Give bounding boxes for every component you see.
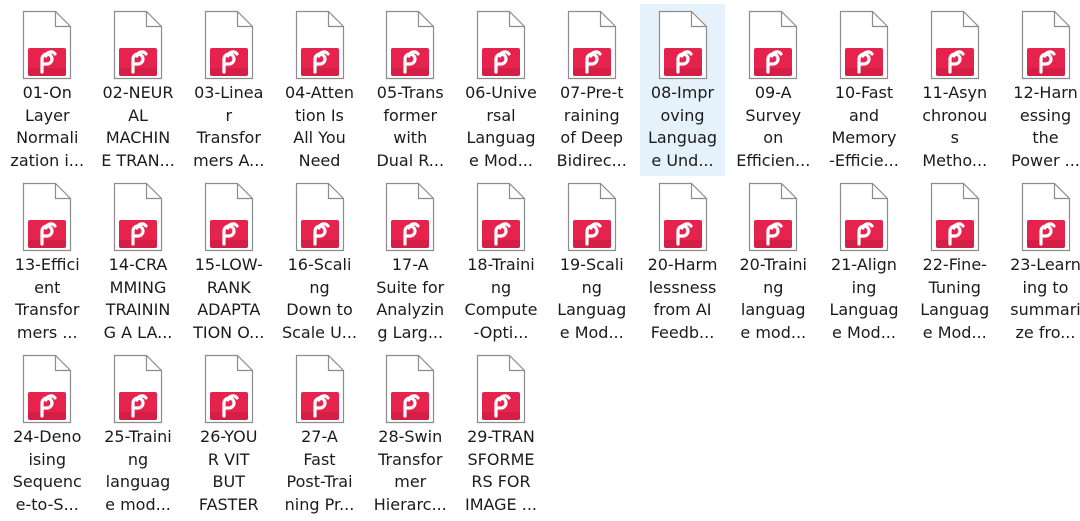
pdf-document-icon <box>22 354 72 424</box>
file-item-27[interactable]: 26-YOU R VIT BUT FASTER <box>186 348 271 520</box>
pdf-document-icon <box>204 354 254 424</box>
file-name-label: 07-Pre-t raining of Deep Bidirec... <box>556 83 627 170</box>
file-item-15[interactable]: 15-LOW- RANK ADAPTA TION O... <box>186 176 271 348</box>
file-name-label: 22-Fine- Tuning Languag e Mod... <box>920 255 990 342</box>
file-name-label: 03-Linea r Transfor mers A... <box>193 83 265 170</box>
pdf-document-icon <box>22 182 72 252</box>
file-name-label: 09-A Survey on Efficien... <box>736 83 811 170</box>
file-item-12[interactable]: 12-Harn essing the Power ... <box>1003 4 1080 176</box>
pdf-document-icon <box>476 354 526 424</box>
file-item-06[interactable]: 06-Unive rsal Languag e Mod... <box>459 4 544 176</box>
file-item-04[interactable]: 04-Atten tion Is All You Need <box>277 4 362 176</box>
file-grid: 01-On Layer Normali zation i... 02-NEUR … <box>0 0 1080 521</box>
file-item-29[interactable]: 28-Swin Transfor mer Hierarc... <box>368 348 453 520</box>
file-name-label: 01-On Layer Normali zation i... <box>10 83 85 170</box>
file-name-label: 08-Impr oving Languag e Und... <box>647 83 718 170</box>
pdf-document-icon <box>567 10 617 80</box>
file-name-label: 28-Swin Transfor mer Hierarc... <box>373 427 447 514</box>
file-item-28[interactable]: 27-A Fast Post-Trai ning Pr... <box>277 348 362 520</box>
file-item-13[interactable]: 13-Effici ent Transfor mers ... <box>5 176 90 348</box>
file-name-label: 16-Scali ng Down to Scale U... <box>281 255 358 342</box>
file-item-02[interactable]: 02-NEUR AL MACHIN E TRAN... <box>96 4 181 176</box>
file-name-label: 12-Harn essing the Power ... <box>1011 83 1080 170</box>
file-item-05[interactable]: 05-Trans former with Dual R... <box>368 4 453 176</box>
pdf-document-icon <box>113 354 163 424</box>
pdf-document-icon <box>22 10 72 80</box>
file-item-17[interactable]: 17-A Suite for Analyzin g Larg... <box>368 176 453 348</box>
pdf-document-icon <box>476 10 526 80</box>
pdf-document-icon <box>839 10 889 80</box>
file-name-label: 10-Fast and Memory -Efficie... <box>829 83 899 170</box>
file-name-label: 17-A Suite for Analyzin g Larg... <box>376 255 445 342</box>
file-item-22[interactable]: 21-Align ing Languag e Mod... <box>822 176 907 348</box>
pdf-document-icon <box>1021 10 1071 80</box>
pdf-document-icon <box>930 10 980 80</box>
file-name-label: 20-Harm lessness from AI Feedb... <box>647 255 718 342</box>
file-name-label: 02-NEUR AL MACHIN E TRAN... <box>101 83 175 170</box>
file-item-01[interactable]: 01-On Layer Normali zation i... <box>5 4 90 176</box>
file-name-label: 06-Unive rsal Languag e Mod... <box>465 83 537 170</box>
file-name-label: 24-Deno ising Sequenc e-to-S... <box>12 427 82 514</box>
file-item-11[interactable]: 11-Asyn chronou s Metho... <box>912 4 997 176</box>
file-name-label: 15-LOW- RANK ADAPTA TION O... <box>193 255 265 342</box>
file-name-label: 11-Asyn chronou s Metho... <box>922 83 988 170</box>
pdf-document-icon <box>658 182 708 252</box>
file-name-label: 13-Effici ent Transfor mers ... <box>14 255 80 342</box>
pdf-document-icon <box>295 10 345 80</box>
pdf-document-icon <box>385 182 435 252</box>
pdf-document-icon <box>930 182 980 252</box>
file-name-label: 26-YOU R VIT BUT FASTER <box>198 427 259 514</box>
pdf-document-icon <box>658 10 708 80</box>
pdf-document-icon <box>1021 182 1071 252</box>
file-item-23[interactable]: 22-Fine- Tuning Languag e Mod... <box>912 176 997 348</box>
file-name-label: 21-Align ing Languag e Mod... <box>829 255 899 342</box>
file-item-20[interactable]: 20-Harm lessness from AI Feedb... <box>640 176 725 348</box>
pdf-document-icon <box>385 354 435 424</box>
pdf-document-icon <box>567 182 617 252</box>
file-name-label: 29-TRAN SFORME RS FOR IMAGE ... <box>464 427 538 514</box>
pdf-document-icon <box>476 182 526 252</box>
pdf-document-icon <box>295 354 345 424</box>
file-name-label: 20-Traini ng languag e mod... <box>739 255 808 342</box>
file-item-08[interactable]: 08-Impr oving Languag e Und... <box>640 4 725 176</box>
pdf-document-icon <box>113 10 163 80</box>
pdf-document-icon <box>295 182 345 252</box>
file-name-label: 05-Trans former with Dual R... <box>376 83 445 170</box>
pdf-document-icon <box>204 182 254 252</box>
file-name-label: 18-Traini ng Compute -Opti... <box>464 255 538 342</box>
file-item-21[interactable]: 20-Traini ng languag e mod... <box>731 176 816 348</box>
pdf-document-icon <box>204 10 254 80</box>
file-item-03[interactable]: 03-Linea r Transfor mers A... <box>186 4 271 176</box>
file-name-label: 27-A Fast Post-Trai ning Pr... <box>284 427 355 514</box>
pdf-document-icon <box>748 182 798 252</box>
file-item-07[interactable]: 07-Pre-t raining of Deep Bidirec... <box>549 4 634 176</box>
file-item-25[interactable]: 24-Deno ising Sequenc e-to-S... <box>5 348 90 520</box>
file-item-18[interactable]: 18-Traini ng Compute -Opti... <box>459 176 544 348</box>
file-item-24[interactable]: 23-Learn ing to summari ze fro... <box>1003 176 1080 348</box>
pdf-document-icon <box>113 182 163 252</box>
file-item-19[interactable]: 19-Scali ng Languag e Mod... <box>549 176 634 348</box>
file-item-10[interactable]: 10-Fast and Memory -Efficie... <box>822 4 907 176</box>
pdf-document-icon <box>748 10 798 80</box>
file-name-label: 04-Atten tion Is All You Need <box>285 83 354 170</box>
pdf-document-icon <box>385 10 435 80</box>
file-item-14[interactable]: 14-CRA MMING TRAININ G A LA... <box>96 176 181 348</box>
pdf-document-icon <box>839 182 889 252</box>
file-name-label: 14-CRA MMING TRAININ G A LA... <box>103 255 173 342</box>
file-item-26[interactable]: 25-Traini ng languag e mod... <box>96 348 181 520</box>
file-name-label: 19-Scali ng Languag e Mod... <box>557 255 627 342</box>
file-name-label: 23-Learn ing to summari ze fro... <box>1010 255 1080 342</box>
file-item-16[interactable]: 16-Scali ng Down to Scale U... <box>277 176 362 348</box>
file-name-label: 25-Traini ng languag e mod... <box>104 427 172 514</box>
file-item-30[interactable]: 29-TRAN SFORME RS FOR IMAGE ... <box>459 348 544 520</box>
file-item-09[interactable]: 09-A Survey on Efficien... <box>731 4 816 176</box>
